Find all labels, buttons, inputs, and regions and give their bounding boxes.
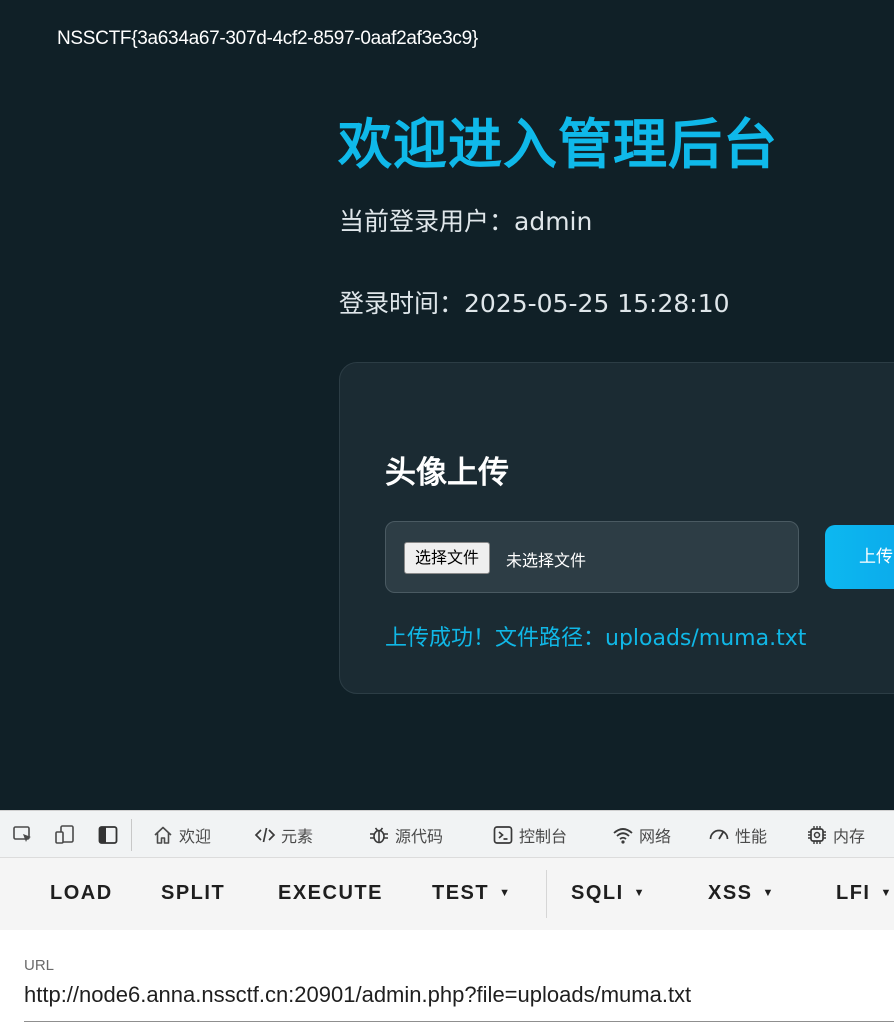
execute-button-label: EXECUTE [278, 882, 383, 904]
hackbar-toolbar: LOAD SPLIT EXECUTE TEST ▼ SQLI ▼ XSS ▼ LFI ▼ [0, 858, 894, 930]
tab-elements[interactable]: 元素 [254, 823, 313, 847]
tab-elements-label: 元素 [281, 827, 314, 846]
sqli-dropdown-label: SQLI [571, 882, 624, 904]
tab-sources[interactable]: 源代码 [368, 823, 443, 847]
lfi-dropdown[interactable]: LFI ▼ [836, 882, 893, 905]
tab-performance-label: 性能 [735, 827, 768, 846]
no-file-label: 未选择文件 [506, 551, 587, 570]
test-dropdown[interactable]: TEST ▼ [432, 882, 512, 905]
url-underline [24, 1021, 894, 1022]
url-input[interactable]: http://node6.anna.nssctf.cn:20901/admin.… [24, 982, 691, 1008]
bug-icon [370, 827, 388, 844]
sqli-dropdown[interactable]: SQLI ▼ [571, 882, 646, 905]
chip-icon [808, 826, 826, 844]
load-button[interactable]: LOAD [50, 882, 113, 905]
upload-card-title: 头像上传 [385, 455, 509, 491]
tab-welcome-label: 欢迎 [179, 827, 212, 846]
avatar-upload-card: 头像上传 选择文件 未选择文件 上传 上传成功！文件路径：uploads/mum… [339, 362, 894, 694]
page-viewport: NSSCTF{3a634a67-307d-4cf2-8597-0aaf2af3e… [0, 0, 894, 810]
code-icon [254, 827, 276, 843]
hackbar-separator [546, 870, 547, 918]
caret-down-icon: ▼ [762, 887, 775, 899]
xss-dropdown-label: XSS [708, 882, 753, 904]
execute-button[interactable]: EXECUTE [278, 882, 383, 905]
console-icon [493, 826, 513, 844]
gauge-icon [709, 829, 729, 840]
tab-sources-label: 源代码 [395, 827, 444, 846]
tab-memory[interactable]: 内存 [806, 823, 865, 847]
tab-welcome[interactable]: 欢迎 [152, 823, 211, 847]
tab-network[interactable]: 网络 [612, 823, 671, 847]
upload-button[interactable]: 上传 [825, 525, 894, 589]
url-field[interactable]: URL http://node6.anna.nssctf.cn:20901/ad… [0, 930, 894, 1024]
device-icon[interactable] [54, 824, 76, 846]
tab-performance[interactable]: 性能 [708, 823, 767, 847]
xss-dropdown[interactable]: XSS ▼ [708, 882, 775, 905]
dock-icon[interactable] [97, 824, 119, 846]
flag-text: NSSCTF{3a634a67-307d-4cf2-8597-0aaf2af3e… [57, 28, 478, 49]
split-button[interactable]: SPLIT [161, 882, 225, 905]
wifi-icon [613, 828, 633, 844]
page-title: 欢迎进入管理后台 [338, 113, 778, 176]
caret-down-icon: ▼ [633, 887, 647, 899]
caret-down-icon: ▼ [499, 887, 512, 899]
file-input[interactable]: 选择文件 未选择文件 [385, 521, 799, 593]
tab-network-label: 网络 [639, 827, 672, 846]
home-icon [154, 826, 172, 844]
upload-success-message: 上传成功！文件路径：uploads/muma.txt [385, 626, 807, 651]
choose-file-button[interactable]: 选择文件 [404, 542, 491, 574]
tab-console-label: 控制台 [519, 827, 568, 846]
current-user-text: 当前登录用户：admin [339, 207, 593, 236]
url-label: URL [24, 957, 55, 974]
devtools-separator [131, 819, 132, 851]
caret-down-icon: ▼ [880, 887, 893, 899]
load-button-label: LOAD [50, 882, 113, 904]
lfi-dropdown-label: LFI [836, 882, 871, 904]
login-time-text: 登录时间：2025-05-25 15:28:10 [339, 289, 730, 318]
test-dropdown-label: TEST [432, 882, 490, 904]
split-button-label: SPLIT [161, 882, 226, 904]
inspect-icon[interactable] [12, 824, 34, 846]
tab-console[interactable]: 控制台 [492, 823, 567, 847]
devtools-tab-bar: 欢迎 元素 源代码 控制台 网络 性能 内存 [0, 810, 894, 858]
tab-memory-label: 内存 [833, 827, 866, 846]
